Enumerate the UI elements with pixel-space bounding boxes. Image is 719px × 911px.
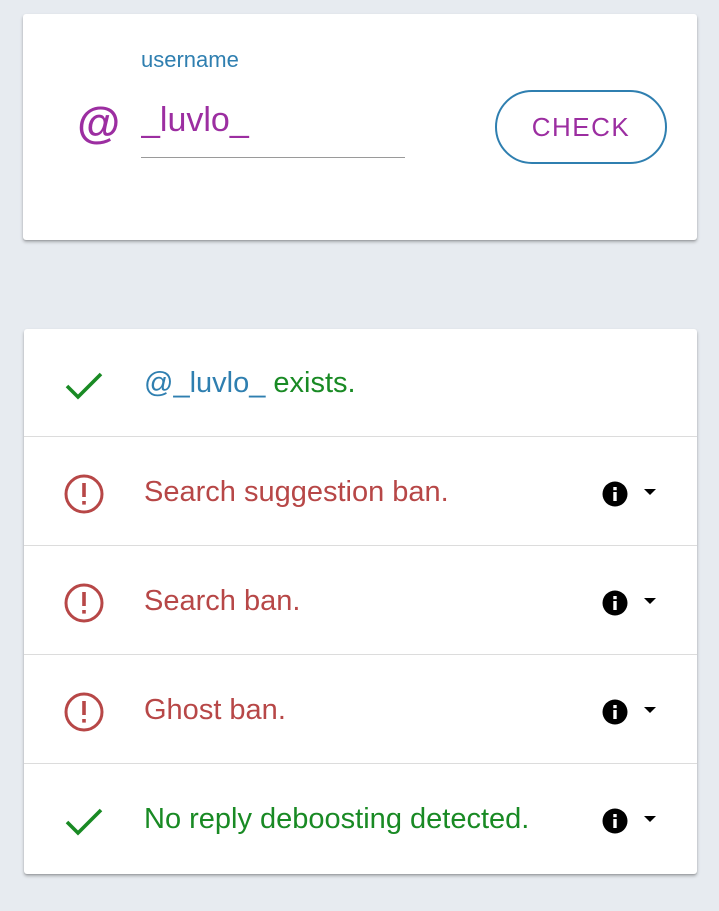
result-text: Ghost ban. [144, 694, 286, 726]
result-row-reply-deboosting: No reply deboosting detected. [24, 765, 697, 873]
exists-text: exists. [265, 367, 356, 399]
alert-circle-icon [64, 692, 104, 732]
check-icon [65, 372, 103, 400]
info-icon [602, 808, 628, 834]
result-row-exists: @_luvlo_ exists. [24, 329, 697, 437]
caret-down-icon [644, 598, 656, 604]
result-row-search-ban: Search ban. [24, 547, 697, 655]
alert-circle-icon [64, 583, 104, 623]
result-text: Search ban. [144, 585, 301, 617]
info-dropdown-toggle[interactable] [600, 474, 662, 514]
at-icon: @ [76, 99, 120, 148]
username-search-card: @ username CHECK [23, 14, 697, 240]
result-text: Search suggestion ban. [144, 476, 449, 508]
check-button[interactable]: CHECK [495, 90, 667, 164]
alert-circle-icon [64, 474, 104, 514]
results-card: @_luvlo_ exists. Search suggestion ban. … [24, 329, 697, 874]
result-row-ghost-ban: Ghost ban. [24, 656, 697, 764]
username-handle: @_luvlo_ [144, 367, 266, 399]
username-input[interactable] [141, 98, 405, 158]
info-icon [602, 590, 628, 616]
info-icon [602, 699, 628, 725]
check-icon [65, 808, 103, 836]
info-dropdown-toggle[interactable] [600, 692, 662, 732]
caret-down-icon [644, 707, 656, 713]
result-text: No reply deboosting detected. [144, 803, 530, 835]
caret-down-icon [644, 816, 656, 822]
username-field-label: username [141, 47, 239, 72]
result-row-search-suggestion-ban: Search suggestion ban. [24, 438, 697, 546]
info-dropdown-toggle[interactable] [600, 583, 662, 623]
info-dropdown-toggle[interactable] [600, 801, 662, 841]
info-icon [602, 481, 628, 507]
result-text: @_luvlo_ exists. [144, 363, 356, 403]
caret-down-icon [644, 489, 656, 495]
